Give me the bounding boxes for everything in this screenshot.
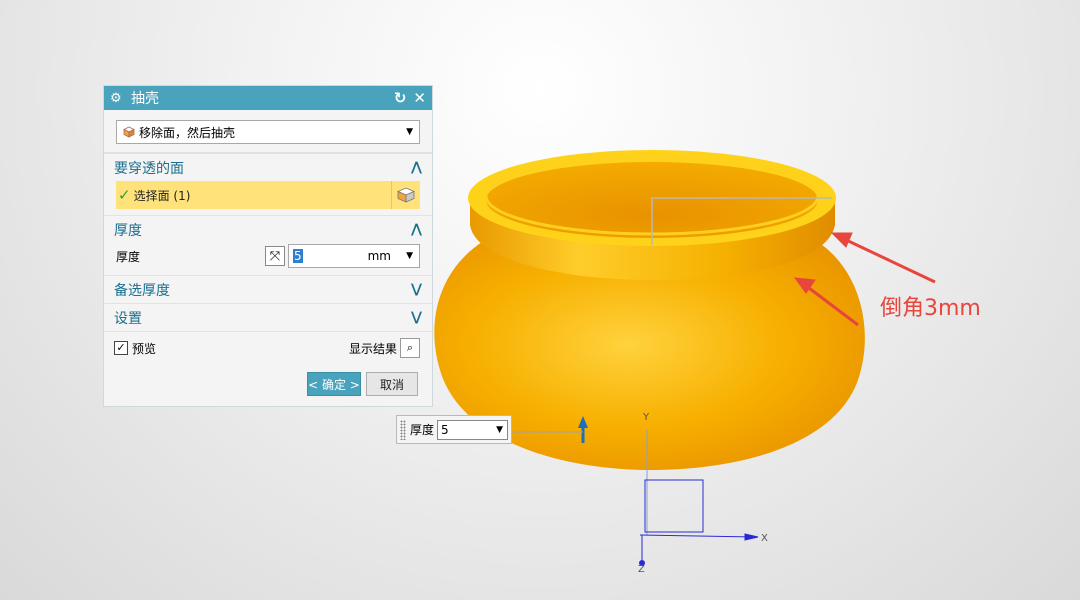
select-face-row[interactable]: ✓ 选择面 (1) [116, 181, 420, 209]
section-settings-header[interactable]: 设置 ⋁ [104, 303, 432, 331]
floating-thickness-box[interactable]: 厚度 5 ▼ [396, 415, 512, 444]
chevron-down-icon[interactable]: ▼ [406, 127, 413, 137]
floating-thickness-value: 5 [441, 422, 449, 437]
chevron-down-icon[interactable]: ⋁ [411, 282, 422, 297]
preview-label: 预览 [132, 341, 157, 356]
shell-dialog: ⚙ 抽壳 ↻ ✕ 移除面，然后抽壳 ▼ 要穿透的面 ⋀ ✓ 选择面 (1) 厚度… [104, 86, 432, 406]
section-alt-thickness-label: 备选厚度 [114, 282, 170, 299]
chamfer-annotation: 倒角3mm [880, 296, 981, 321]
select-face-label: 选择面 (1) [133, 188, 191, 203]
axis-z-label: Z [638, 564, 645, 575]
section-alt-thickness-header[interactable]: 备选厚度 ⋁ [104, 275, 432, 303]
thickness-row: 厚度 ⤧ 5 mm ▼ [104, 243, 432, 269]
axis-y-label: Y [642, 412, 650, 423]
thickness-unit: mm [367, 249, 391, 263]
gear-icon: ⚙ [110, 90, 122, 106]
floating-thickness-label: 厚度 [410, 423, 435, 437]
cancel-button[interactable]: 取消 [366, 372, 418, 396]
reverse-direction-icon[interactable]: ⤧ [265, 246, 285, 266]
section-thickness-header[interactable]: 厚度 ⋀ [104, 215, 432, 243]
section-settings-label: 设置 [114, 310, 142, 327]
thickness-input[interactable]: 5 mm ▼ [288, 244, 420, 268]
thickness-row-label: 厚度 [116, 249, 141, 264]
dialog-buttons: < 确定 > 取消 [307, 372, 418, 396]
shell-method-value: 移除面，然后抽壳 [139, 125, 236, 140]
chevron-up-icon[interactable]: ⋀ [411, 160, 422, 175]
floating-thickness-select[interactable]: 5 ▼ [437, 419, 509, 440]
shell-method-select[interactable]: 移除面，然后抽壳 ▼ [116, 120, 420, 144]
section-faces-label: 要穿透的面 [114, 160, 184, 177]
thickness-value[interactable]: 5 [293, 249, 303, 263]
method-row: 移除面，然后抽壳 ▼ [104, 110, 432, 153]
section-thickness-label: 厚度 [114, 222, 142, 239]
close-icon[interactable]: ✕ [413, 89, 426, 107]
preview-checkbox[interactable]: ✓ [114, 341, 128, 355]
reset-icon[interactable]: ↻ [394, 89, 407, 107]
dialog-title: 抽壳 [131, 91, 159, 107]
cube-icon [123, 126, 135, 138]
chevron-up-icon[interactable]: ⋀ [411, 222, 422, 237]
section-faces-header[interactable]: 要穿透的面 ⋀ [104, 153, 432, 181]
face-select-icon[interactable] [391, 181, 420, 209]
show-result-label: 显示结果 [348, 341, 397, 356]
chevron-down-icon[interactable]: ▼ [406, 251, 413, 261]
axis-x-label: X [761, 533, 768, 544]
dialog-titlebar[interactable]: ⚙ 抽壳 ↻ ✕ [104, 86, 432, 110]
drag-grip-icon[interactable] [400, 419, 406, 440]
chevron-down-icon[interactable]: ⋁ [411, 310, 422, 325]
check-icon: ✓ [118, 186, 131, 204]
chevron-down-icon[interactable]: ▼ [496, 425, 503, 435]
ok-button[interactable]: < 确定 > [307, 372, 361, 396]
magnifier-icon[interactable]: ⌕ [400, 338, 420, 358]
preview-row: ✓ 预览 显示结果 ⌕ [104, 331, 432, 362]
